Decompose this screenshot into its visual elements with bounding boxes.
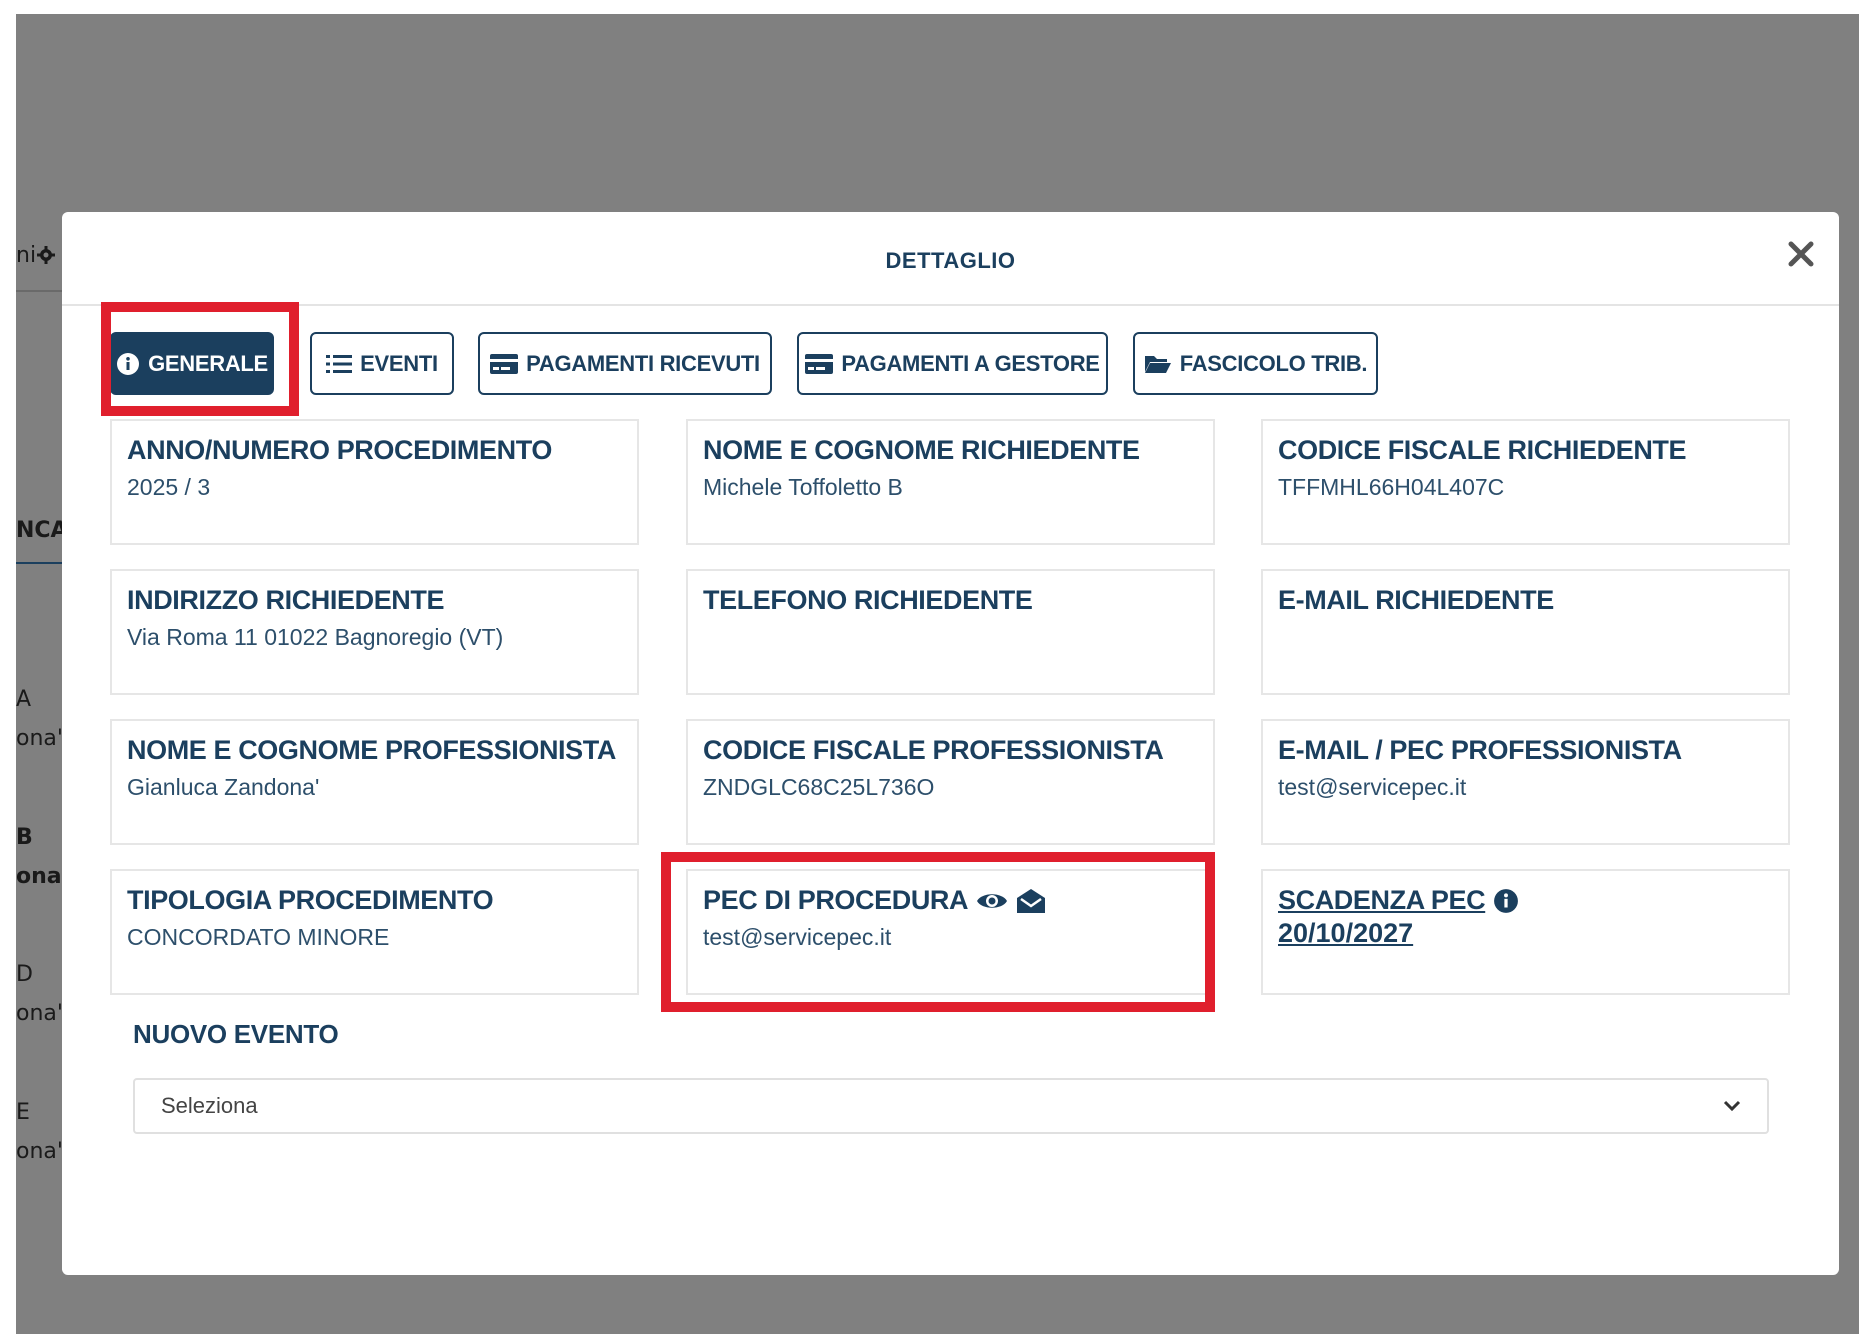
card-email-professionista: E-MAIL / PEC PROFESSIONISTA test@service… — [1261, 719, 1790, 845]
bg-text-fragment: ona' — [16, 864, 66, 889]
card-value: test@servicepec.it — [703, 924, 892, 950]
nuovo-evento-title: NUOVO EVENTO — [133, 1019, 339, 1049]
tab-label: PAGAMENTI RICEVUTI — [526, 350, 760, 376]
card-value: Gianluca Zandona' — [127, 774, 320, 800]
modal-header: DETTAGLIO — [62, 212, 1839, 306]
card-value: Via Roma 11 01022 Bagnoregio (VT) — [127, 624, 504, 650]
scadenza-pec-link[interactable]: SCADENZA PEC — [1278, 885, 1486, 916]
card-scadenza-pec: SCADENZA PEC 20/10/2027 — [1261, 869, 1790, 995]
scadenza-pec-date-link[interactable]: 20/10/2027 — [1278, 918, 1773, 949]
card-label-row: PEC DI PROCEDURA — [703, 885, 1198, 916]
card-label: TIPOLOGIA PROCEDIMENTO — [127, 885, 494, 915]
bg-text-fragment: NCA — [16, 518, 66, 543]
chevron-down-icon — [1723, 1100, 1741, 1112]
card-label: E-MAIL / PEC PROFESSIONISTA — [1278, 735, 1682, 765]
card-nome-professionista: NOME E COGNOME PROFESSIONISTA Gianluca Z… — [110, 719, 639, 845]
bg-text-fragment: E — [16, 1100, 30, 1125]
credit-card-icon — [805, 353, 834, 374]
tab-eventi[interactable]: EVENTI — [310, 332, 454, 395]
tab-pagamenti-ricevuti[interactable]: PAGAMENTI RICEVUTI — [478, 332, 772, 395]
close-icon[interactable] — [1783, 236, 1819, 272]
info-circle-icon[interactable] — [1493, 888, 1519, 914]
bg-divider — [16, 562, 62, 564]
list-icon — [326, 354, 353, 373]
card-label: NOME E COGNOME PROFESSIONISTA — [127, 735, 616, 765]
card-label: INDIRIZZO RICHIEDENTE — [127, 585, 445, 615]
card-label: CODICE FISCALE RICHIEDENTE — [1278, 435, 1687, 465]
bg-text-fragment: ona' — [16, 1001, 63, 1026]
folder-open-icon — [1144, 355, 1171, 373]
tab-label: GENERALE — [148, 350, 268, 376]
card-label: TELEFONO RICHIEDENTE — [703, 585, 1033, 615]
card-pec-procedura: PEC DI PROCEDURA test@servicepec.it — [686, 869, 1215, 995]
select-value: Seleziona — [161, 1093, 258, 1118]
modal-title: DETTAGLIO — [885, 248, 1016, 273]
card-value: test@servicepec.it — [1278, 774, 1467, 800]
card-label: ANNO/NUMERO PROCEDIMENTO — [127, 435, 552, 465]
card-value: CONCORDATO MINORE — [127, 924, 390, 950]
card-cf-richiedente: CODICE FISCALE RICHIEDENTE TFFMHL66H04L4… — [1261, 419, 1790, 545]
bg-text-fragment: ona' — [16, 726, 63, 751]
credit-card-icon — [490, 353, 519, 374]
tab-generale[interactable]: GENERALE — [110, 332, 274, 395]
card-value: 2025 / 3 — [127, 474, 211, 500]
bg-text-fragment: ona' — [16, 1139, 63, 1164]
card-value: Michele Toffoletto B — [703, 474, 903, 500]
card-nome-richiedente: NOME E COGNOME RICHIEDENTE Michele Toffo… — [686, 419, 1215, 545]
bg-text-fragment: A — [16, 687, 32, 712]
bg-divider — [16, 290, 62, 292]
card-anno-numero: ANNO/NUMERO PROCEDIMENTO 2025 / 3 — [110, 419, 639, 545]
card-label: CODICE FISCALE PROFESSIONISTA — [703, 735, 1164, 765]
card-email-richiedente: E-MAIL RICHIEDENTE — [1261, 569, 1790, 695]
tab-fascicolo-trib[interactable]: FASCICOLO TRIB. — [1133, 332, 1378, 395]
card-telefono-richiedente: TELEFONO RICHIEDENTE — [686, 569, 1215, 695]
envelope-open-icon[interactable] — [1016, 888, 1046, 914]
card-value: TFFMHL66H04L407C — [1278, 474, 1505, 500]
tab-label: EVENTI — [360, 350, 438, 376]
tab-label: FASCICOLO TRIB. — [1179, 350, 1368, 376]
detail-modal: DETTAGLIO GENERALE EVENTI PAGAMENTI RICE… — [62, 212, 1839, 1275]
info-circle-icon — [117, 352, 140, 375]
card-tipologia-procedimento: TIPOLOGIA PROCEDIMENTO CONCORDATO MINORE — [110, 869, 639, 995]
card-label: NOME E COGNOME RICHIEDENTE — [703, 435, 1140, 465]
card-indirizzo-richiedente: INDIRIZZO RICHIEDENTE Via Roma 11 01022 … — [110, 569, 639, 695]
tab-pagamenti-gestore[interactable]: PAGAMENTI A GESTORE — [797, 332, 1108, 395]
card-value: ZNDGLC68C25L736O — [703, 774, 935, 800]
bg-text-fragment: B — [16, 825, 33, 850]
bg-text-fragment: D — [16, 962, 33, 987]
gear-icon — [37, 246, 55, 264]
eye-icon[interactable] — [976, 890, 1008, 912]
card-label-row: SCADENZA PEC — [1278, 885, 1773, 916]
tab-label: PAGAMENTI A GESTORE — [841, 350, 1100, 376]
card-label: E-MAIL RICHIEDENTE — [1278, 585, 1554, 615]
nuovo-evento-select[interactable]: Seleziona — [133, 1078, 1769, 1134]
card-cf-professionista: CODICE FISCALE PROFESSIONISTA ZNDGLC68C2… — [686, 719, 1215, 845]
card-label: PEC DI PROCEDURA — [703, 885, 969, 915]
